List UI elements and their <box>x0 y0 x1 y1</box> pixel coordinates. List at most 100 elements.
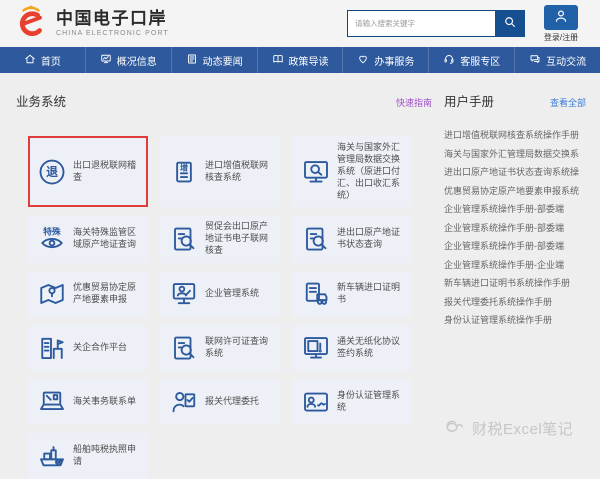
vat-document-icon: 增 <box>169 157 199 187</box>
monitor-user-icon <box>169 279 199 309</box>
user-icon <box>553 8 569 27</box>
card-label: 船舶吨税执照申请 <box>73 444 142 468</box>
card-label: 身份认证管理系统 <box>337 390 406 414</box>
document-truck-icon <box>301 279 331 309</box>
card-export-tax-refund[interactable]: 退 出口退税联网稽查 <box>28 136 148 207</box>
site-title: 中国电子口岸 <box>56 10 169 29</box>
card-label: 联网许可证查询系统 <box>205 336 274 360</box>
nav-label: 政策导读 <box>289 53 329 68</box>
tax-refund-circle-icon: 退 <box>37 157 67 187</box>
view-all-link[interactable]: 查看全部 <box>550 96 586 109</box>
monitor-sign-icon <box>301 333 331 363</box>
manual-link[interactable]: 企业管理系统操作手册-企业端 <box>444 256 586 275</box>
nav-item-services[interactable]: 办事服务 <box>343 47 429 73</box>
search-input[interactable] <box>347 10 495 37</box>
interaction-chat-icon <box>529 53 541 68</box>
card-preferential-trade-declaration[interactable]: 优惠贸易协定原产地要素申报 <box>28 271 148 317</box>
manual-link[interactable]: 企业管理系统操作手册-部委端 <box>444 219 586 238</box>
nav-item-home[interactable]: 首页 <box>0 47 86 73</box>
nav-label: 概况信息 <box>117 53 157 68</box>
logo-emblem-icon <box>12 2 50 45</box>
manual-link[interactable]: 企业管理系统操作手册-部委端 <box>444 200 586 219</box>
manual-link[interactable]: 企业管理系统操作手册-部委端 <box>444 237 586 256</box>
login-button[interactable] <box>544 5 578 30</box>
section-title: 业务系统 <box>16 91 66 110</box>
main-nav: 首页 概况信息 动态要闻 政策导读 办事服务 客服专区 互动交流 <box>0 47 600 73</box>
search-icon <box>503 15 517 32</box>
sidebar-title: 用户手册 <box>444 91 494 110</box>
card-customs-broker-entrust[interactable]: 报关代理委托 <box>160 379 280 425</box>
id-card-icon <box>301 387 331 417</box>
nav-item-interaction[interactable]: 互动交流 <box>515 47 600 73</box>
card-label: 海关特殊监管区域原产地证查询 <box>73 227 142 251</box>
card-identity-auth-management[interactable]: 身份认证管理系统 <box>292 379 412 425</box>
nav-item-support[interactable]: 客服专区 <box>429 47 515 73</box>
card-label: 优惠贸易协定原产地要素申报 <box>73 282 142 306</box>
card-origin-cert-status-query[interactable]: 进出口原产地证书状态查询 <box>292 215 412 263</box>
watermark-logo-icon <box>444 415 466 442</box>
manual-link[interactable]: 进口增值税联网核查系统操作手册 <box>444 126 586 145</box>
building-flag-icon <box>37 333 67 363</box>
nav-item-news[interactable]: 动态要闻 <box>172 47 258 73</box>
nav-item-overview[interactable]: 概况信息 <box>86 47 172 73</box>
card-enterprise-management[interactable]: 企业管理系统 <box>160 271 280 317</box>
special-eye-icon: 特殊 <box>37 224 67 254</box>
card-customs-enterprise-platform[interactable]: 关企合作平台 <box>28 325 148 371</box>
user-manual-sidebar: 用户手册 查看全部 进口增值税联网核查系统操作手册 海关与国家外汇管理局数据交换… <box>444 87 586 456</box>
card-customs-affairs-contact[interactable]: 海关事务联系单 <box>28 379 148 425</box>
svg-text:增: 增 <box>180 162 188 172</box>
card-import-vat-check[interactable]: 增 进口增值税联网核查系统 <box>160 136 280 207</box>
manual-link[interactable]: 新车辆进口证明书系统操作手册 <box>444 274 586 293</box>
quick-guide-link[interactable]: 快速指南 <box>396 96 432 109</box>
card-label: 进出口原产地证书状态查询 <box>337 227 406 251</box>
manual-link[interactable]: 身份认证管理系统操作手册 <box>444 311 586 330</box>
site-subtitle: CHINA ELECTRONIC PORT <box>56 30 169 37</box>
system-card-grid: 退 出口退税联网稽查 增 进口增值税联网核查系统 海关与国家外汇管理局数据交换系… <box>28 136 434 479</box>
search-button[interactable] <box>495 10 525 37</box>
card-label: 企业管理系统 <box>205 288 259 300</box>
document-search-icon <box>301 224 331 254</box>
laptop-icon <box>37 387 67 417</box>
nav-item-policy[interactable]: 政策导读 <box>258 47 344 73</box>
header: 中国电子口岸 CHINA ELECTRONIC PORT 登录/注册 <box>0 0 600 47</box>
site-logo[interactable]: 中国电子口岸 CHINA ELECTRONIC PORT <box>12 2 169 45</box>
login-register-link[interactable]: 登录/注册 <box>544 32 578 43</box>
manual-link[interactable]: 优惠贸易协定原产地要素申报系统 <box>444 182 586 201</box>
nav-label: 首页 <box>41 53 61 68</box>
document-search-icon <box>169 224 199 254</box>
card-networked-license-query[interactable]: 联网许可证查询系统 <box>160 325 280 371</box>
nav-label: 互动交流 <box>546 53 586 68</box>
card-special-zone-origin-query[interactable]: 特殊 海关特殊监管区域原产地证查询 <box>28 215 148 263</box>
nav-label: 办事服务 <box>374 53 414 68</box>
login-area: 登录/注册 <box>534 5 588 43</box>
watermark-text: 财税Excel笔记 <box>472 418 573 439</box>
manual-link[interactable]: 海关与国家外汇管理局数据交换系 <box>444 145 586 164</box>
home-icon <box>24 53 36 68</box>
search-bar <box>347 10 525 37</box>
business-systems-section: 业务系统 快速指南 退 出口退税联网稽查 增 进口增值税联网核查系统 海 <box>14 87 434 456</box>
card-ccpit-origin-check[interactable]: 贸促会出口原产地证书电子联网核查 <box>160 215 280 263</box>
card-new-vehicle-import-cert[interactable]: 新车辆进口证明书 <box>292 271 412 317</box>
policy-book-icon <box>272 53 284 68</box>
logo-text: 中国电子口岸 CHINA ELECTRONIC PORT <box>56 10 169 38</box>
card-ship-tonnage-tax-license[interactable]: 船舶吨税执照申请 <box>28 433 148 479</box>
document-search-icon <box>169 333 199 363</box>
card-label: 关企合作平台 <box>73 342 127 354</box>
overview-monitor-icon <box>100 53 112 68</box>
card-label: 出口退税联网稽查 <box>73 160 142 184</box>
map-pin-icon <box>37 279 67 309</box>
svg-text:退: 退 <box>46 165 58 179</box>
manual-link[interactable]: 进出口原产地证书状态查询系统操 <box>444 163 586 182</box>
card-customs-forex-exchange[interactable]: 海关与国家外汇管理局数据交换系统（原进口付汇、出口收汇系统） <box>292 136 412 207</box>
news-document-icon <box>186 53 198 68</box>
card-paperless-clearance-agreement[interactable]: 通关无纸化协议签约系统 <box>292 325 412 371</box>
card-label: 通关无纸化协议签约系统 <box>337 336 406 360</box>
manual-list: 进口增值税联网核查系统操作手册 海关与国家外汇管理局数据交换系 进出口原产地证书… <box>444 126 586 330</box>
content: 业务系统 快速指南 退 出口退税联网稽查 增 进口增值税联网核查系统 海 <box>0 73 600 456</box>
manual-link[interactable]: 报关代理委托系统操作手册 <box>444 293 586 312</box>
card-label: 海关与国家外汇管理局数据交换系统（原进口付汇、出口收汇系统） <box>337 142 406 201</box>
card-label: 新车辆进口证明书 <box>337 282 406 306</box>
support-headset-icon <box>443 53 455 68</box>
nav-label: 客服专区 <box>460 53 500 68</box>
nav-label: 动态要闻 <box>203 53 243 68</box>
